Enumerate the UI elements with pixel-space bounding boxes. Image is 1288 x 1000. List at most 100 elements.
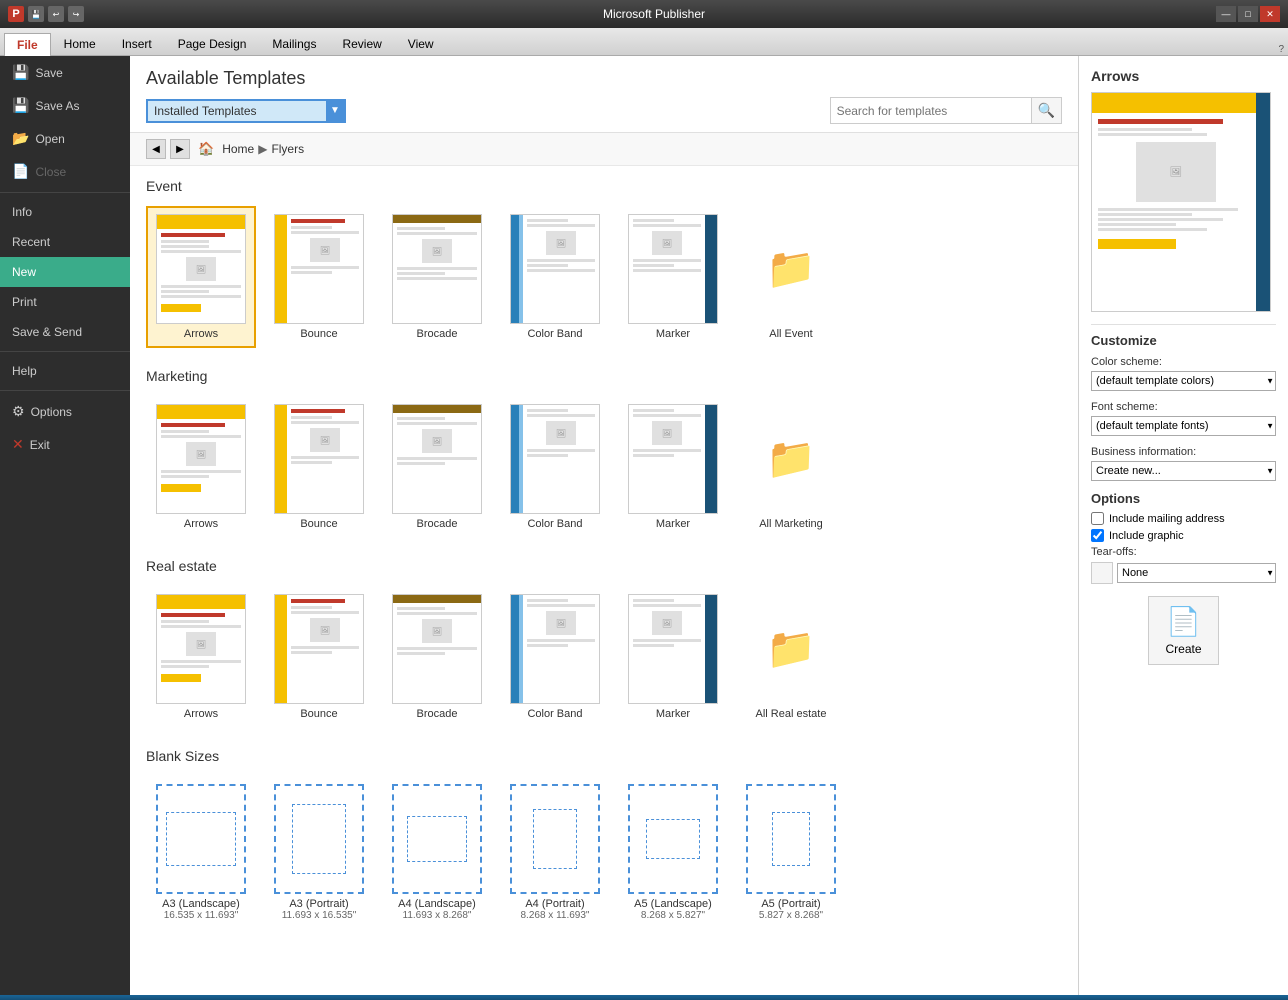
template-item-brocade-marketing[interactable]: 🖼 Brocade bbox=[382, 396, 492, 538]
template-label-bounce-realestate: Bounce bbox=[300, 708, 337, 720]
color-scheme-select[interactable]: (default template colors) bbox=[1091, 371, 1276, 391]
include-graphic-row: Include graphic bbox=[1091, 529, 1276, 542]
tab-review[interactable]: Review bbox=[329, 32, 394, 55]
template-item-arrows-marketing[interactable]: 🖼 Arrows bbox=[146, 396, 256, 538]
include-mailing-checkbox[interactable] bbox=[1091, 512, 1104, 525]
template-label-marker-marketing: Marker bbox=[656, 518, 690, 530]
ribbon-tabs: File Home Insert Page Design Mailings Re… bbox=[0, 28, 1288, 56]
include-graphic-label[interactable]: Include graphic bbox=[1109, 530, 1184, 542]
template-item-colorband-marketing[interactable]: 🖼 Color Band bbox=[500, 396, 610, 538]
open-icon: 📂 bbox=[12, 130, 29, 147]
tab-view[interactable]: View bbox=[395, 32, 447, 55]
folder-icon-marketing: 📁 bbox=[746, 404, 836, 514]
template-size-a5-portrait: 5.827 x 8.268" bbox=[759, 910, 823, 921]
sidebar-label-print: Print bbox=[12, 295, 37, 309]
template-item-all-event[interactable]: 📁 All Event bbox=[736, 206, 846, 348]
template-item-a5-landscape[interactable]: A5 (Landscape) 8.268 x 5.827" bbox=[618, 776, 728, 929]
minimize-button[interactable]: — bbox=[1216, 6, 1236, 22]
template-item-a3-portrait[interactable]: A3 (Portrait) 11.693 x 16.535" bbox=[264, 776, 374, 929]
template-label-bounce-event: Bounce bbox=[300, 328, 337, 340]
template-thumb-brocade-event: 🖼 bbox=[392, 214, 482, 324]
breadcrumb-separator: ▶ bbox=[258, 142, 267, 156]
template-thumb-a4-portrait bbox=[510, 784, 600, 894]
preview-title: Arrows bbox=[1091, 68, 1276, 84]
sidebar-item-close[interactable]: 📄 Close bbox=[0, 155, 130, 188]
include-graphic-checkbox[interactable] bbox=[1091, 529, 1104, 542]
sidebar-item-recent[interactable]: Recent bbox=[0, 227, 130, 257]
template-item-colorband-event[interactable]: 🖼 Color Band bbox=[500, 206, 610, 348]
tab-insert[interactable]: Insert bbox=[109, 32, 165, 55]
template-label-colorband-marketing: Color Band bbox=[527, 518, 582, 530]
template-item-brocade-event[interactable]: 🖼 Brocade bbox=[382, 206, 492, 348]
template-thumb-bounce-realestate: 🖼 bbox=[274, 594, 364, 704]
blank-inner-a3-landscape bbox=[166, 812, 236, 866]
template-thumb-arrows-event: 🖼 bbox=[156, 214, 246, 324]
template-item-a3-landscape[interactable]: A3 (Landscape) 16.535 x 11.693" bbox=[146, 776, 256, 929]
close-button[interactable]: ✕ bbox=[1260, 6, 1280, 22]
sidebar-item-open[interactable]: 📂 Open bbox=[0, 122, 130, 155]
search-button[interactable]: 🔍 bbox=[1031, 98, 1061, 123]
sidebar-item-save[interactable]: 💾 Save bbox=[0, 56, 130, 89]
search-input[interactable] bbox=[831, 101, 1031, 121]
template-item-colorband-realestate[interactable]: 🖼 Color Band bbox=[500, 586, 610, 728]
template-thumb-colorband-realestate: 🖼 bbox=[510, 594, 600, 704]
quick-access-2[interactable]: ↩ bbox=[48, 6, 64, 22]
include-mailing-label[interactable]: Include mailing address bbox=[1109, 513, 1225, 525]
color-scheme-label: Color scheme: bbox=[1091, 356, 1276, 368]
template-label-marker-realestate: Marker bbox=[656, 708, 690, 720]
create-button[interactable]: 📄 Create bbox=[1148, 596, 1218, 665]
font-scheme-wrapper: (default template fonts) ▼ bbox=[1091, 416, 1276, 436]
template-thumb-brocade-realestate: 🖼 bbox=[392, 594, 482, 704]
template-thumb-bounce-event: 🖼 bbox=[274, 214, 364, 324]
sidebar-label-options: Options bbox=[31, 405, 72, 419]
nav-back-button[interactable]: ◀ bbox=[146, 139, 166, 159]
tab-page-design[interactable]: Page Design bbox=[165, 32, 260, 55]
sidebar-item-help[interactable]: Help bbox=[0, 356, 130, 386]
template-item-a4-landscape[interactable]: A4 (Landscape) 11.693 x 8.268" bbox=[382, 776, 492, 929]
template-item-all-realestate[interactable]: 📁 All Real estate bbox=[736, 586, 846, 728]
sidebar-item-info[interactable]: Info bbox=[0, 197, 130, 227]
tab-mailings[interactable]: Mailings bbox=[259, 32, 329, 55]
template-item-a4-portrait[interactable]: A4 (Portrait) 8.268 x 11.693" bbox=[500, 776, 610, 929]
template-item-brocade-realestate[interactable]: 🖼 Brocade bbox=[382, 586, 492, 728]
sidebar-item-save-send[interactable]: Save & Send bbox=[0, 317, 130, 347]
template-item-marker-realestate[interactable]: 🖼 Marker bbox=[618, 586, 728, 728]
save-as-icon: 💾 bbox=[12, 97, 29, 114]
nav-forward-button[interactable]: ▶ bbox=[170, 139, 190, 159]
business-info-select[interactable]: Create new... bbox=[1091, 461, 1276, 481]
template-item-arrows-realestate[interactable]: 🖼 Arrows bbox=[146, 586, 256, 728]
template-item-bounce-event[interactable]: 🖼 Bounce bbox=[264, 206, 374, 348]
template-source-dropdown[interactable]: Installed Templates Online Templates bbox=[146, 99, 346, 123]
template-label-brocade-realestate: Brocade bbox=[417, 708, 458, 720]
sidebar-item-print[interactable]: Print bbox=[0, 287, 130, 317]
font-scheme-label: Font scheme: bbox=[1091, 401, 1276, 413]
template-thumb-colorband-marketing: 🖼 bbox=[510, 404, 600, 514]
template-thumb-a3-landscape bbox=[156, 784, 246, 894]
quick-access-3[interactable]: ↪ bbox=[68, 6, 84, 22]
maximize-button[interactable]: □ bbox=[1238, 6, 1258, 22]
quick-access-1[interactable]: 💾 bbox=[28, 6, 44, 22]
sidebar-item-save-as[interactable]: 💾 Save As bbox=[0, 89, 130, 122]
sidebar-item-options[interactable]: ⚙ Options bbox=[0, 395, 130, 428]
template-item-a5-portrait[interactable]: A5 (Portrait) 5.827 x 8.268" bbox=[736, 776, 846, 929]
tab-home[interactable]: Home bbox=[51, 32, 109, 55]
template-item-bounce-marketing[interactable]: 🖼 Bounce bbox=[264, 396, 374, 538]
template-label-all-realestate: All Real estate bbox=[756, 708, 827, 720]
template-item-marker-event[interactable]: 🖼 Marker bbox=[618, 206, 728, 348]
help-icon[interactable]: ? bbox=[1278, 44, 1284, 55]
category-realestate-title: Real estate bbox=[146, 558, 1062, 578]
category-event: Event 🖼 bbox=[146, 178, 1062, 348]
sidebar-item-new[interactable]: New bbox=[0, 257, 130, 287]
template-item-marker-marketing[interactable]: 🖼 Marker bbox=[618, 396, 728, 538]
template-item-bounce-realestate[interactable]: 🖼 Bounce bbox=[264, 586, 374, 728]
tab-file[interactable]: File bbox=[4, 33, 51, 56]
tearoffs-select[interactable]: None bbox=[1117, 563, 1276, 583]
template-thumb-marker-realestate: 🖼 bbox=[628, 594, 718, 704]
sidebar-label-new: New bbox=[12, 265, 36, 279]
template-item-arrows-event[interactable]: 🖼 Arrows bbox=[146, 206, 256, 348]
font-scheme-select[interactable]: (default template fonts) bbox=[1091, 416, 1276, 436]
sidebar-item-exit[interactable]: ✕ Exit bbox=[0, 428, 130, 461]
template-item-all-marketing[interactable]: 📁 All Marketing bbox=[736, 396, 846, 538]
blank-inner-a5-landscape bbox=[646, 819, 700, 859]
breadcrumb-home[interactable]: Home bbox=[222, 142, 254, 156]
